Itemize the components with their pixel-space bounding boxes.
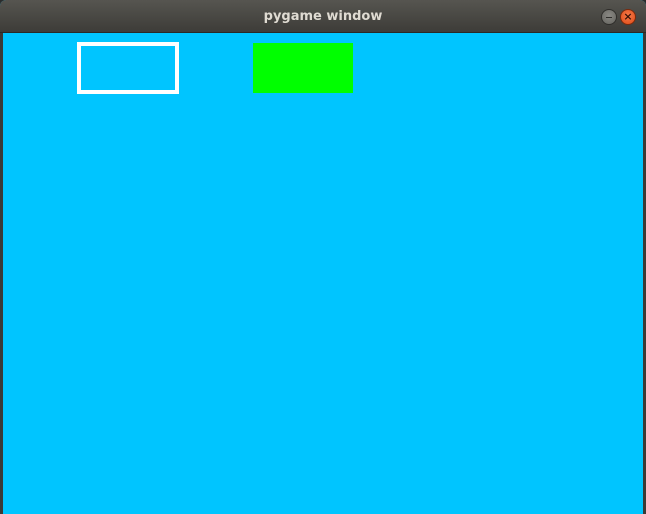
window-title: pygame window bbox=[263, 9, 383, 24]
pygame-window: pygame window × bbox=[0, 0, 646, 514]
game-canvas[interactable] bbox=[3, 33, 643, 514]
title-bar[interactable]: pygame window × bbox=[0, 0, 646, 33]
filled-green-rectangle bbox=[253, 43, 353, 93]
minimize-icon bbox=[606, 17, 612, 18]
close-icon: × bbox=[623, 10, 633, 23]
outlined-rectangle bbox=[77, 42, 179, 94]
minimize-button[interactable] bbox=[601, 9, 617, 25]
close-button[interactable]: × bbox=[620, 9, 636, 25]
